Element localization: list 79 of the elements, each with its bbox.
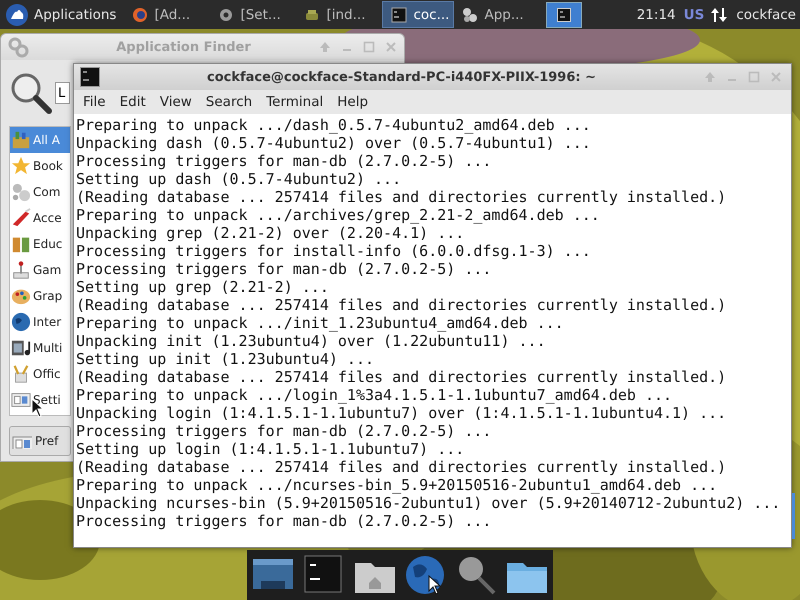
- terminal-line: Unpacking login (1:4.1.5.1-1.1ubuntu7) over (1:4.1.5.1-1.1ubuntu4.1) ...: [76, 404, 728, 422]
- network-arrows-icon[interactable]: [710, 6, 728, 24]
- up-arrow-icon[interactable]: [703, 70, 717, 84]
- terminal-line: Processing triggers for install-info (6.0.0.dfsg.1-3) ...: [76, 242, 592, 260]
- terminal-line: Preparing to unpack .../login_1%3a4.1.5.1-1.1ubuntu7_amd64.deb ...: [76, 386, 674, 404]
- terminal-line: Preparing to unpack .../ncurses-bin_5.9+20150516-2ubuntu1_amd64.deb ...: [76, 476, 718, 494]
- clock: 21:14: [636, 6, 676, 22]
- taskbar-button[interactable]: [Set...: [210, 1, 296, 28]
- terminal-line: Preparing to unpack .../dash_0.5.7-4ubuntu2_amd64.deb ...: [76, 116, 592, 134]
- menu-item[interactable]: Terminal: [259, 94, 330, 110]
- terminal-line: Setting up grep (2.21-2) ...: [76, 278, 330, 296]
- knife-icon: [11, 208, 31, 228]
- terminal-line: Setting up dash (0.5.7-4ubuntu2) ...: [76, 170, 402, 188]
- preferences-button[interactable]: Pref: [9, 426, 71, 456]
- up-arrow-icon[interactable]: [318, 40, 332, 54]
- menu-item[interactable]: Help: [330, 94, 376, 110]
- keyboard-layout[interactable]: US: [684, 6, 704, 22]
- terminal-line: Unpacking dash (0.5.7-4ubuntu2) over (0.5.7-4ubuntu1) ...: [76, 134, 592, 152]
- mouse-pointer-icon: [428, 575, 442, 595]
- category-item[interactable]: Multi: [10, 335, 70, 361]
- taskbar-button[interactable]: [ind...: [296, 1, 382, 28]
- terminal-icon: [557, 8, 572, 22]
- terminal-line: Processing triggers for man-db (2.7.0.2-5) ...: [76, 260, 492, 278]
- category-item[interactable]: Inter: [10, 309, 70, 335]
- terminal-line: Setting up init (1.23ubuntu4) ...: [76, 350, 376, 368]
- terminal-line: Unpacking ncurses-bin (5.9+20150516-2ubuntu1) over (5.9+20140712-2ubuntu2) ...: [76, 494, 782, 512]
- globe-icon: [11, 312, 31, 332]
- category-item[interactable]: Gam: [10, 257, 70, 283]
- user-name[interactable]: cockface: [736, 6, 796, 22]
- menu-item[interactable]: Edit: [112, 94, 153, 110]
- window-title: Application Finder: [115, 40, 252, 54]
- terminal-line: Unpacking init (1.23ubuntu4) over (1.22ubuntu11) ...: [76, 332, 547, 350]
- gear-icon: [218, 6, 234, 22]
- search-icon: [9, 71, 53, 115]
- gears-icon: [462, 6, 478, 22]
- window-title: cockface@cockface-Standard-PC-i440FX-PIIX-1996: ~: [206, 70, 598, 84]
- category-item[interactable]: Com: [10, 179, 70, 205]
- toolbox-icon: [11, 130, 31, 150]
- search-field[interactable]: L: [55, 82, 70, 104]
- terminal-line: Processing triggers for man-db (2.7.0.2-5) ...: [76, 512, 492, 530]
- category-item[interactable]: Offic: [10, 361, 70, 387]
- category-item[interactable]: Grap: [10, 283, 70, 309]
- joystick-icon: [11, 260, 31, 280]
- mouse-logo-icon: [6, 4, 28, 26]
- applications-menu[interactable]: Applications: [4, 0, 124, 29]
- terminal-line: Processing triggers for man-db (2.7.0.2-5) ...: [76, 422, 492, 440]
- taskbar-button[interactable]: coc...: [382, 1, 454, 28]
- workspace-switcher[interactable]: [546, 2, 582, 28]
- category-item[interactable]: All A: [10, 127, 70, 153]
- terminal-line: (Reading database ... 257414 files and directories currently installed.): [76, 458, 728, 476]
- category-item[interactable]: Book: [10, 153, 70, 179]
- gears-icon: [7, 36, 29, 58]
- browser-icon: [132, 6, 148, 22]
- terminal-line: Unpacking grep (2.21-2) over (2.20-4.1) ...: [76, 224, 466, 242]
- scrollbar-thumb[interactable]: [792, 493, 795, 539]
- terminal-icon: [80, 67, 100, 87]
- maximize-icon[interactable]: [747, 70, 761, 84]
- close-icon[interactable]: [384, 40, 398, 54]
- menu-item[interactable]: File: [76, 94, 113, 110]
- terminal-line: Setting up login (1:4.1.5.1-1.1ubuntu7) ...: [76, 440, 466, 458]
- terminal-line: (Reading database ... 257414 files and directories currently installed.): [76, 296, 728, 314]
- terminal-line: Preparing to unpack .../archives/grep_2.21-2_amd64.deb ...: [76, 206, 601, 224]
- terminal-line: (Reading database ... 257414 files and directories currently installed.): [76, 368, 728, 386]
- terminal-line: Processing triggers for man-db (2.7.0.2-5) ...: [76, 152, 492, 170]
- category-item[interactable]: Acce: [10, 205, 70, 231]
- category-item[interactable]: Setti: [10, 387, 70, 413]
- close-icon[interactable]: [769, 70, 783, 84]
- film-icon: [11, 338, 31, 358]
- terminal-line: (Reading database ... 257414 files and directories currently installed.): [76, 188, 728, 206]
- maximize-icon[interactable]: [362, 40, 376, 54]
- taskbar-button[interactable]: App...: [454, 1, 540, 28]
- category-item[interactable]: Educ: [10, 231, 70, 257]
- terminal-line: Preparing to unpack .../init_1.23ubuntu4_amd64.deb ...: [76, 314, 565, 332]
- menu-item[interactable]: Search: [198, 94, 260, 110]
- taskbar-button[interactable]: [Ad...: [124, 1, 210, 28]
- star-icon: [11, 156, 31, 176]
- menu-item[interactable]: View: [152, 94, 199, 110]
- terminal-icon: [391, 6, 408, 22]
- pencil-cup-icon: [11, 364, 31, 384]
